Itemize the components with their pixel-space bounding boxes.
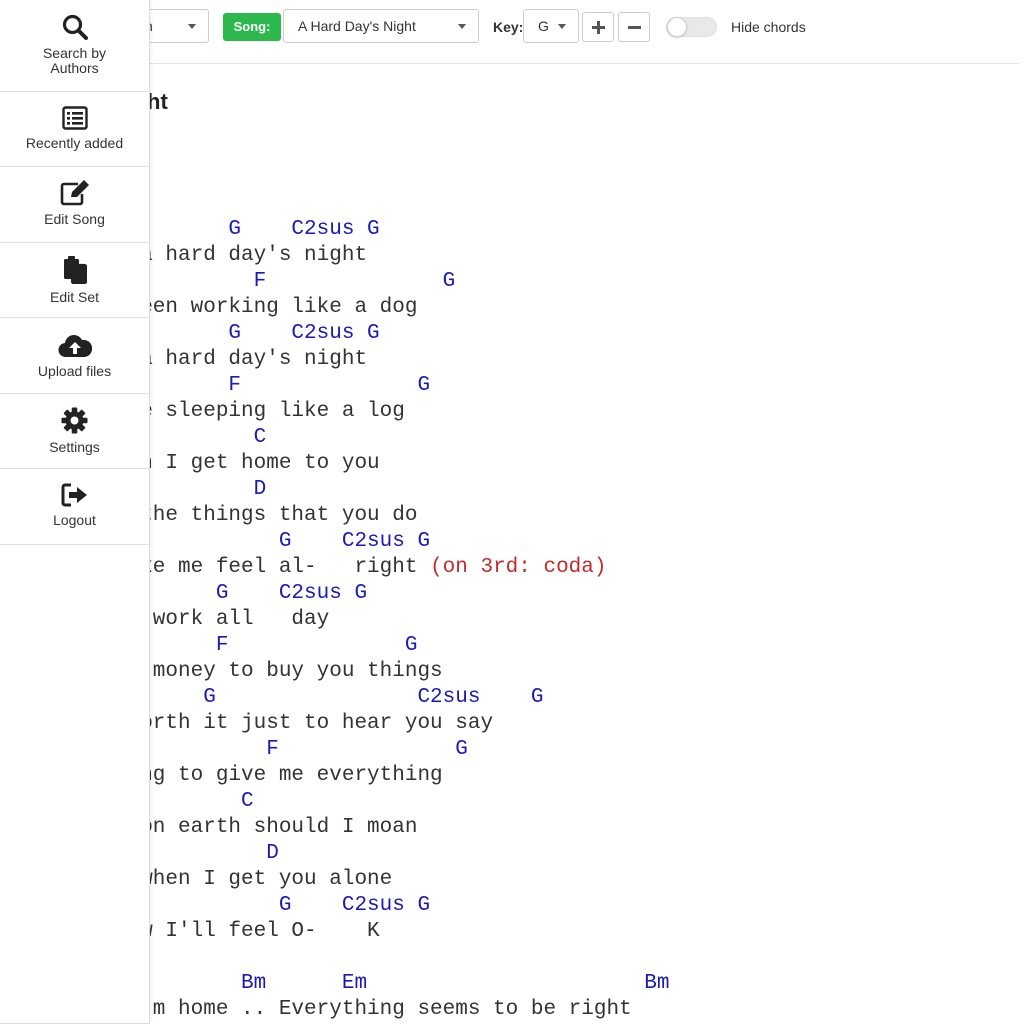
chord-line: G C2sus G <box>115 218 380 242</box>
chord-line: Bm Em Bm <box>115 972 670 996</box>
clipboard-icon <box>63 256 87 284</box>
sidebar-item-upload-files[interactable]: Upload files <box>0 318 149 394</box>
sidebar-item-label: Edit Song <box>44 211 105 227</box>
lyric-line: be sleeping like a log <box>115 400 405 424</box>
logout-icon <box>61 483 87 507</box>
edit-icon <box>60 180 89 206</box>
lyric-text: ou money to buy you things <box>115 660 443 683</box>
chord-text: G C2sus G <box>115 218 380 241</box>
chord-text: G C2sus G <box>115 582 368 605</box>
sidebar-item-search-by-authors[interactable]: Search by Authors <box>0 0 149 92</box>
chord-text: G C2sus G <box>115 894 431 917</box>
chord-line: G C2sus G <box>115 686 543 710</box>
lyric-line: n a hard day's night <box>115 348 367 372</box>
list-icon <box>61 106 88 130</box>
lyric-text: I'm home .. Everything seems to be right <box>115 998 632 1021</box>
lyric-text: e when I get you alone <box>115 868 393 891</box>
search-icon <box>62 14 88 40</box>
lyric-text: n a hard day's night <box>115 244 368 267</box>
lyric-line: ou money to buy you things <box>115 660 443 684</box>
lyric-line: been working like a dog <box>115 296 418 320</box>
chord-text: Bm Em Bm <box>115 972 670 995</box>
lyric-line: how I'll feel O- K <box>115 920 380 944</box>
sidebar-item-label: Search by Authors <box>42 45 107 76</box>
chord-text: G C2sus G <box>115 530 431 553</box>
lyric-text: y on earth should I moan <box>115 816 418 839</box>
sidebar-item-logout[interactable]: Logout <box>0 469 149 545</box>
lyric-line: n a hard day's night <box>115 244 367 268</box>
chord-text: G C2sus G <box>115 322 380 345</box>
chord-line: G C2sus G <box>115 322 380 346</box>
chord-text: F G <box>115 634 418 657</box>
lyric-line: make me feel al- right (on 3rd: coda) <box>115 556 607 580</box>
lyric-text: been working like a dog <box>115 296 418 319</box>
lyric-text: n a hard day's night <box>115 348 368 371</box>
chord-line: G C2sus G <box>115 582 367 606</box>
song-sheet: G C2sus G n a hard day's night F G been w… <box>0 0 1019 1024</box>
chord-line: F G <box>115 738 468 762</box>
lyric-line: worth it just to hear you say <box>115 712 493 736</box>
sidebar-menu: Search by Authors Recently added Edit So… <box>0 0 150 1024</box>
sidebar-item-settings[interactable]: Settings <box>0 394 149 469</box>
lyric-text: d the things that you do <box>115 504 418 527</box>
cloud-upload-icon <box>58 335 92 358</box>
chord-line: F G <box>115 634 418 658</box>
lyric-line: y on earth should I moan <box>115 816 417 840</box>
lyric-text: hen I get home to you <box>115 452 380 475</box>
sidebar-item-label: Settings <box>49 439 100 455</box>
chord-line: F G <box>115 270 456 294</box>
chord-line: F G <box>115 374 430 398</box>
chord-line: G C2sus G <box>115 530 430 554</box>
sidebar-item-label: Edit Set <box>49 289 100 305</box>
lyric-line: d the things that you do <box>115 504 417 528</box>
coda-note: (on 3rd: coda) <box>430 556 607 579</box>
sidebar-item-recently-added[interactable]: Recently added <box>0 92 149 167</box>
lyric-text: be sleeping like a log <box>115 400 405 423</box>
chord-text: F G <box>115 374 431 397</box>
sidebar-item-edit-set[interactable]: Edit Set <box>0 243 149 318</box>
sidebar-item-label: Logout <box>53 512 96 528</box>
lyric-line: hen I get home to you <box>115 452 380 476</box>
lyric-text: worth it just to hear you say <box>115 712 494 735</box>
lyric-line: e when I get you alone <box>115 868 392 892</box>
chord-line: G C2sus G <box>115 894 430 918</box>
chord-text: F G <box>115 270 456 293</box>
sidebar-item-label: Upload files <box>37 363 112 379</box>
chord-text: G C2sus G <box>115 686 544 709</box>
gear-icon <box>61 407 88 434</box>
chord-text: F G <box>115 738 468 761</box>
lyric-text: make me feel al- right <box>115 556 431 579</box>
sidebar-item-label: Recently added <box>25 135 124 151</box>
lyric-line: oing to give me everything <box>115 764 443 788</box>
lyric-text: oing to give me everything <box>115 764 443 787</box>
lyric-text: how I'll feel O- K <box>115 920 380 943</box>
lyric-line: I'm home .. Everything seems to be right <box>115 998 632 1022</box>
sidebar-item-edit-song[interactable]: Edit Song <box>0 167 149 243</box>
